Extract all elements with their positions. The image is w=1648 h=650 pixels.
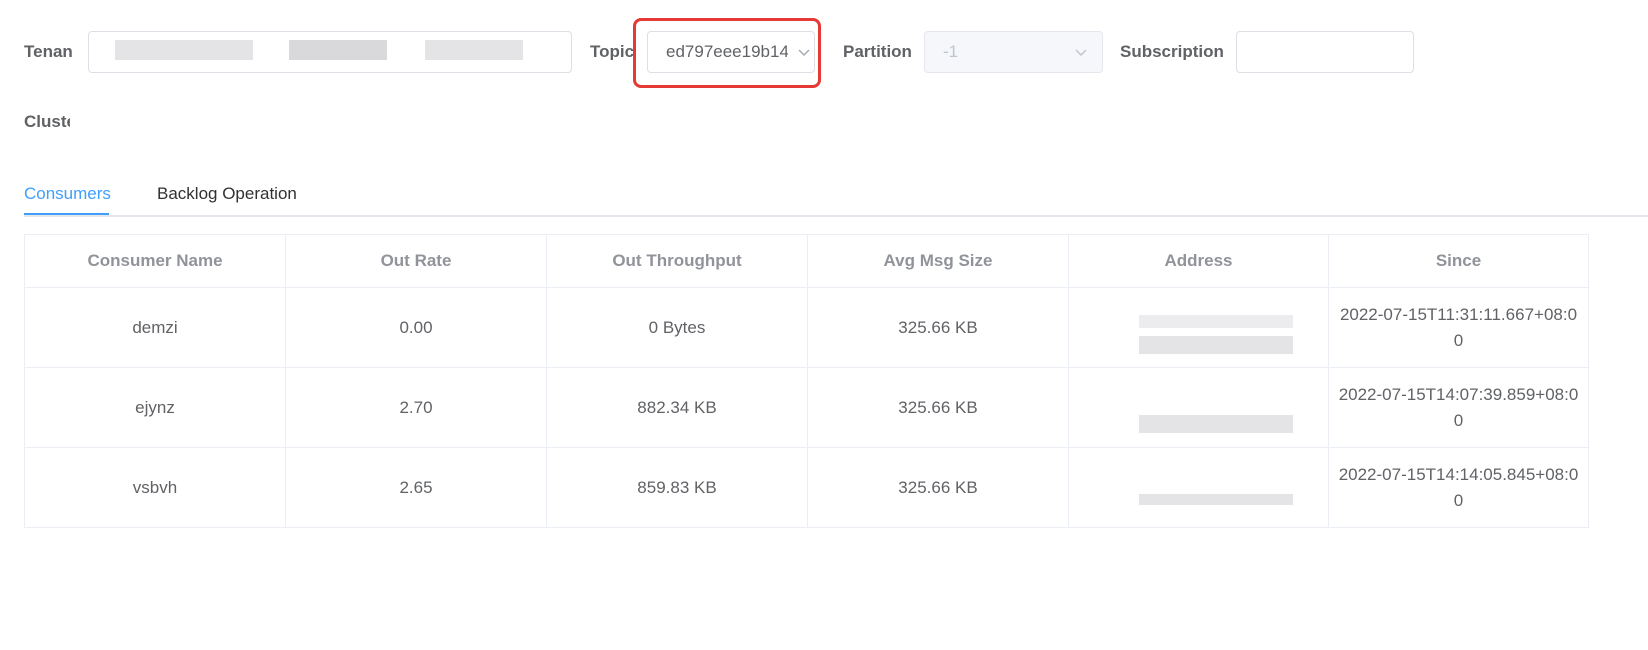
column-header-out-throughput[interactable]: Out Throughput bbox=[546, 234, 808, 288]
redacted-address bbox=[1139, 494, 1293, 505]
column-header-avg-msg-size[interactable]: Avg Msg Size bbox=[807, 234, 1069, 288]
column-header-address[interactable]: Address bbox=[1068, 234, 1329, 288]
since-cell: 2022-07-15T14:14:05.845+08:0 0 bbox=[1328, 447, 1589, 528]
tab-backlog-operation[interactable]: Backlog Operation bbox=[157, 185, 297, 202]
consumers-table: Consumer Name Out Rate Out Throughput Av… bbox=[24, 234, 1589, 528]
tabs-divider bbox=[24, 215, 1648, 217]
out-rate-cell: 2.70 bbox=[285, 367, 547, 448]
out-rate-cell: 2.65 bbox=[285, 447, 547, 528]
redacted-text bbox=[289, 40, 387, 60]
cluster-label: Clustе bbox=[24, 113, 70, 130]
avg-msg-size-cell: 325.66 KB bbox=[807, 447, 1069, 528]
table-header-row: Consumer Name Out Rate Out Throughput Av… bbox=[24, 234, 1589, 288]
since-line-1: 2022-07-15T14:07:39.859+08:0 bbox=[1338, 384, 1579, 404]
out-throughput-cell: 859.83 KB bbox=[546, 447, 808, 528]
redacted-address bbox=[1139, 415, 1293, 433]
redacted-address bbox=[1139, 336, 1293, 354]
avg-msg-size-cell: 325.66 KB bbox=[807, 287, 1069, 368]
tab-consumers[interactable]: Consumers bbox=[24, 185, 111, 202]
since-cell: 2022-07-15T11:31:11.667+08:0 0 bbox=[1328, 287, 1589, 368]
partition-label: Partition bbox=[843, 43, 912, 60]
consumer-name-cell: ejynz bbox=[24, 367, 286, 448]
subscription-label: Subscription bbox=[1120, 43, 1224, 60]
column-header-out-rate[interactable]: Out Rate bbox=[285, 234, 547, 288]
since-cell: 2022-07-15T14:07:39.859+08:0 0 bbox=[1328, 367, 1589, 448]
partition-select[interactable]: -1 bbox=[924, 31, 1103, 73]
topic-highlight-box bbox=[633, 18, 821, 88]
consumer-name-cell: vsbvh bbox=[24, 447, 286, 528]
consumer-name-cell: demzi bbox=[24, 287, 286, 368]
subscription-select[interactable] bbox=[1236, 31, 1414, 73]
since-line-2: 0 bbox=[1453, 410, 1464, 430]
redacted-address bbox=[1139, 315, 1293, 328]
partition-select-value: -1 bbox=[943, 42, 959, 61]
table-row: vsbvh 2.65 859.83 KB 325.66 KB 2022-07-1… bbox=[24, 447, 1589, 528]
topic-label: Topic bbox=[590, 43, 634, 60]
table-row: demzi 0.00 0 Bytes 325.66 KB 2022-07-15T… bbox=[24, 287, 1589, 368]
since-line-1: 2022-07-15T11:31:11.667+08:0 bbox=[1339, 304, 1578, 324]
tenant-label: Tenan bbox=[24, 43, 72, 60]
chevron-down-icon bbox=[1075, 49, 1087, 57]
address-cell bbox=[1068, 367, 1329, 448]
address-cell bbox=[1068, 287, 1329, 368]
column-header-since[interactable]: Since bbox=[1328, 234, 1589, 288]
avg-msg-size-cell: 325.66 KB bbox=[807, 367, 1069, 448]
out-throughput-cell: 0 Bytes bbox=[546, 287, 808, 368]
address-cell bbox=[1068, 447, 1329, 528]
since-line-2: 0 bbox=[1453, 330, 1464, 350]
column-header-consumer-name[interactable]: Consumer Name bbox=[24, 234, 286, 288]
tenant-select[interactable] bbox=[88, 31, 572, 73]
redacted-text bbox=[425, 40, 523, 60]
redacted-text bbox=[115, 40, 253, 60]
since-line-1: 2022-07-15T14:14:05.845+08:0 bbox=[1338, 464, 1579, 484]
out-rate-cell: 0.00 bbox=[285, 287, 547, 368]
table-row: ejynz 2.70 882.34 KB 325.66 KB 2022-07-1… bbox=[24, 367, 1589, 448]
out-throughput-cell: 882.34 KB bbox=[546, 367, 808, 448]
since-line-2: 0 bbox=[1453, 490, 1464, 510]
